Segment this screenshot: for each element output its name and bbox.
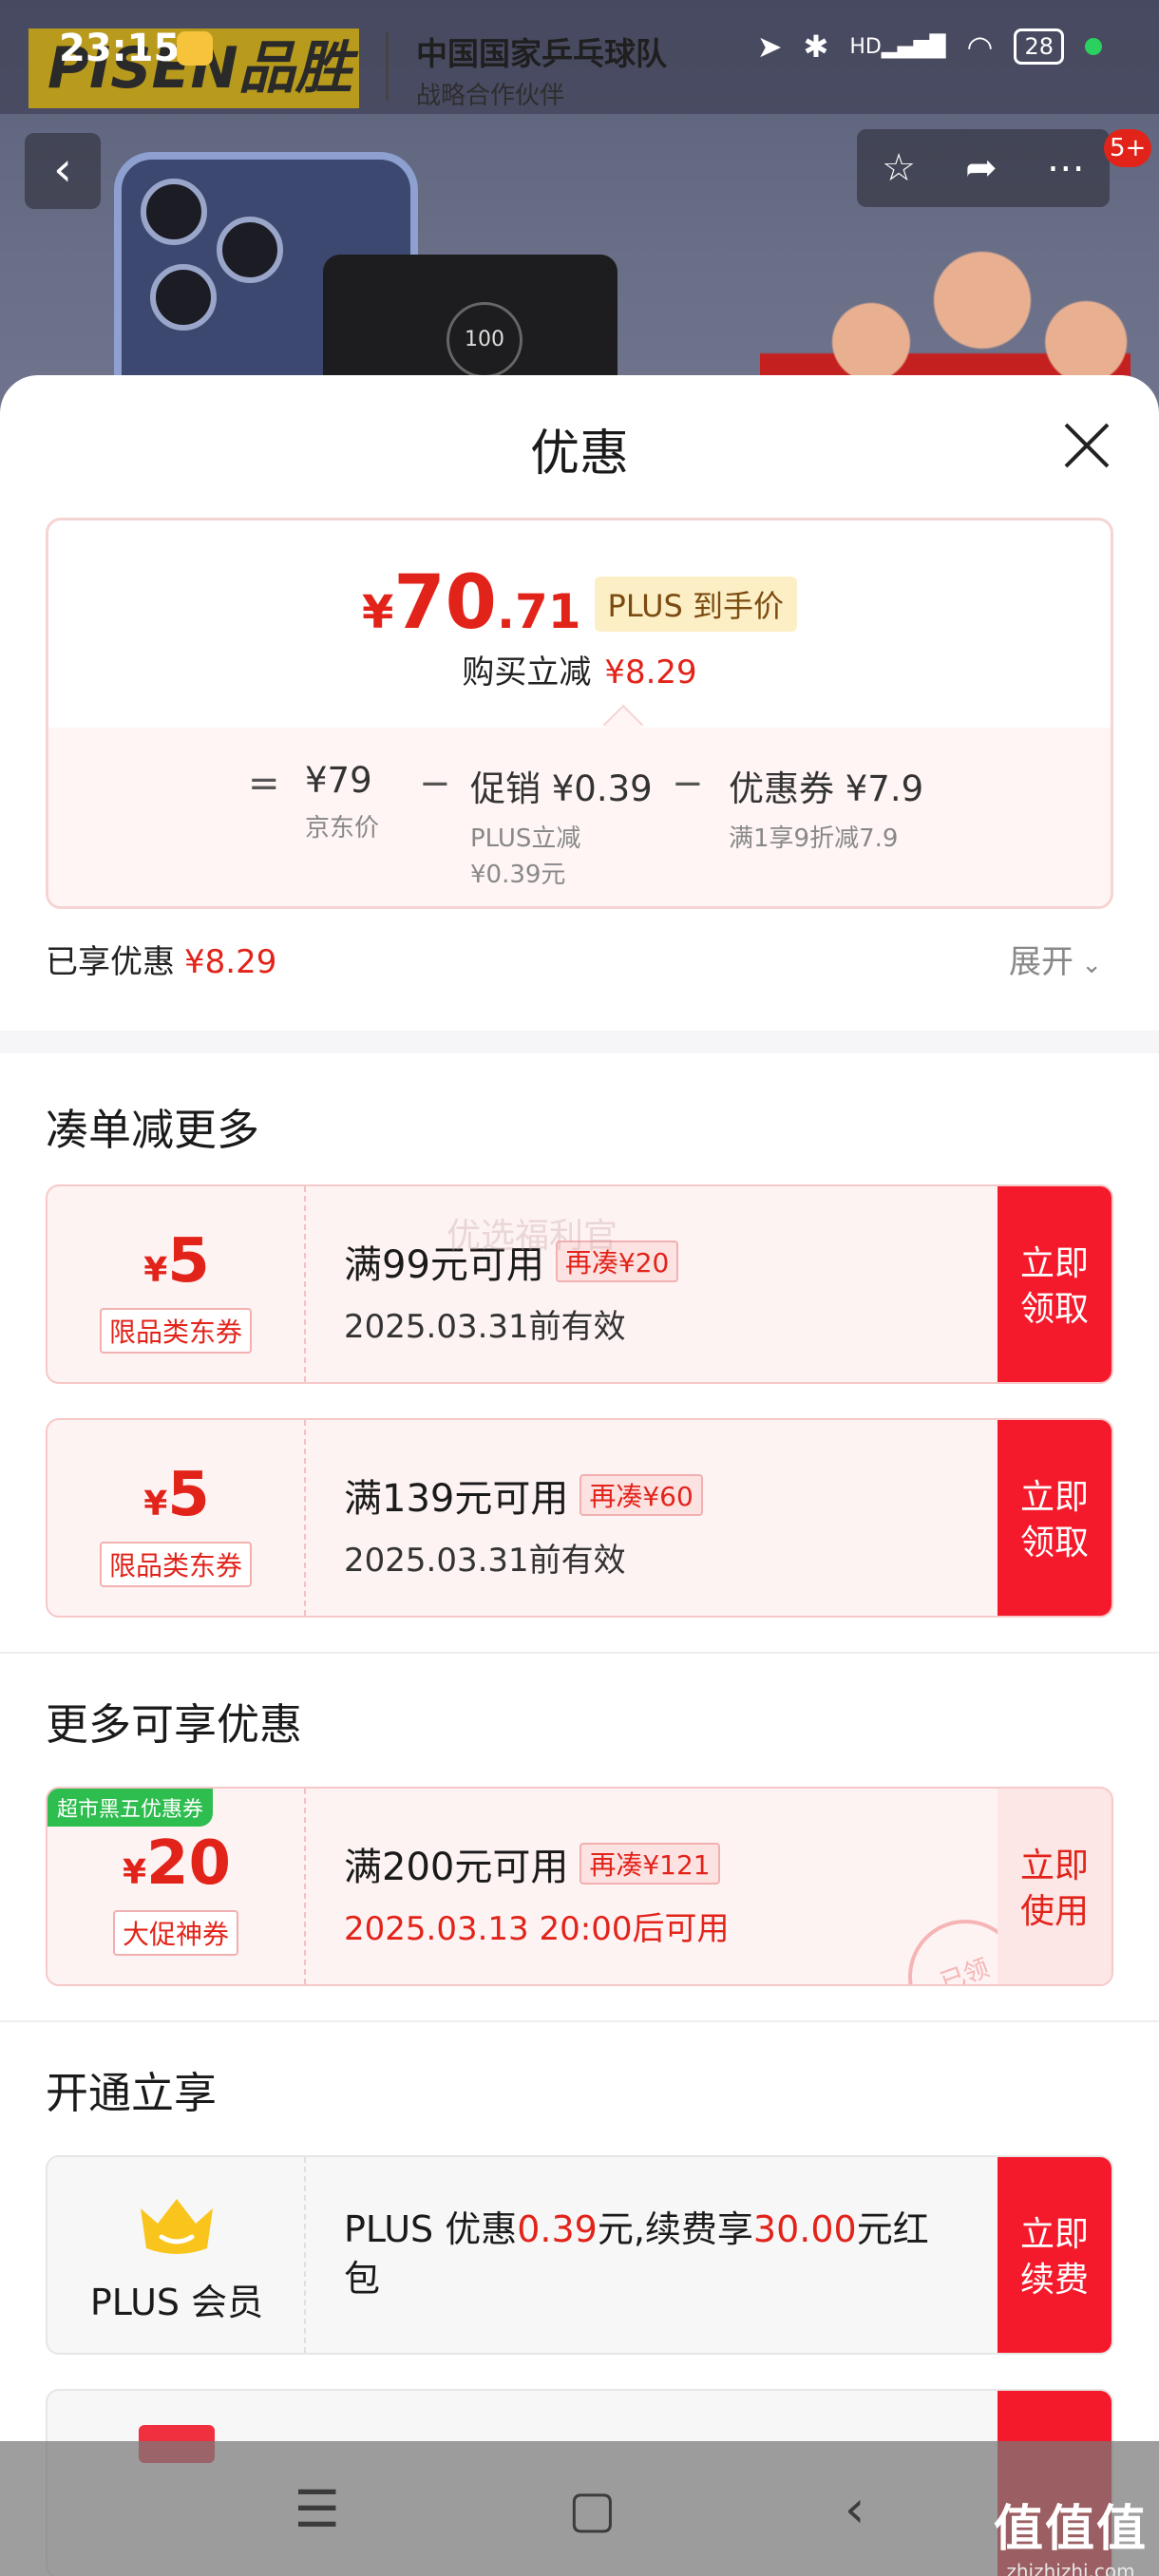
enjoyed-discount: 已享优惠 ¥8.29 (46, 943, 277, 981)
final-price-row: ¥70.71 PLUS 到手价 (48, 560, 1111, 646)
status-bar: 23:15 ➤ ✱ HD▂▄▆█ ◠ 28 (0, 0, 1159, 104)
favorite-star-icon[interactable]: ☆ (882, 146, 916, 190)
coupon-condition: 满139元可用 (344, 1477, 569, 1521)
minus-sign: − (419, 762, 451, 805)
plus-member-area: PLUS 会员 (48, 2157, 306, 2353)
camera-lens (150, 264, 217, 331)
share-icon[interactable]: ➦ (965, 146, 998, 190)
plus-member-name: PLUS 会员 (89, 2282, 264, 2323)
reduce-label: 购买立减 (462, 653, 592, 691)
camera-lens (217, 217, 283, 283)
location-icon: ➤ (756, 28, 783, 65)
coupon-gap-tag: 再凑¥121 (580, 1843, 720, 1885)
discount-sheet: 优惠 ¥70.71 PLUS 到手价 购买立减 ¥8.29 = ¥79 京东价 − … (0, 375, 1159, 2576)
breakdown-promotion: 促销 ¥0.39 PLUS立减 ¥0.39元 (470, 768, 653, 889)
breakdown-jd-price: ¥79 京东价 (305, 760, 380, 843)
powerbank-screen: 100 (446, 302, 522, 378)
coupon-gap-tag: 再凑¥60 (580, 1474, 703, 1516)
notification-app-icon (177, 31, 213, 66)
battery-icon: 28 (1014, 28, 1064, 65)
section-separator (0, 1031, 1159, 1053)
plus-membership-card: PLUS 会员 PLUS 优惠0.39元,续费享30.00元红包 立即 续费 (46, 2155, 1113, 2355)
coupon-kind: 大促神券 (112, 1910, 239, 1956)
sheet-title: 优惠 (529, 426, 629, 483)
coupon-validity: 2025.03.13 20:00后可用 (344, 1910, 730, 1948)
section-divider (0, 2020, 1159, 2022)
coupon-validity: 2025.03.31前有效 (344, 1308, 626, 1346)
chevron-left-icon: ‹ (53, 142, 72, 197)
coupon-amount: ¥5 (143, 1226, 210, 1297)
crown-icon (141, 2199, 213, 2254)
coupon-condition: 满200元可用 (344, 1846, 569, 1889)
status-time: 23:15 (59, 27, 180, 70)
breakdown-coupon: 优惠券 ¥7.9 满1享9折减7.9 (729, 768, 924, 853)
renew-plus-button[interactable]: 立即 续费 (998, 2157, 1112, 2353)
menu-icon[interactable]: ☰ (294, 2479, 339, 2539)
home-icon[interactable]: ▢ (568, 2479, 617, 2539)
status-icons: ➤ ✱ HD▂▄▆█ ◠ 28 (757, 28, 1102, 65)
reduce-value: ¥8.29 (604, 653, 697, 691)
back-button[interactable]: ‹ (25, 133, 101, 209)
coupon-kind: 限品类东券 (99, 1308, 253, 1354)
instant-reduce-row: 购买立减 ¥8.29 (48, 646, 1111, 692)
top-action-group: ☆ ➦ ⋯ (857, 129, 1110, 207)
system-navigation-bar: ☰ ▢ ‹ (0, 2441, 1159, 2576)
claim-coupon-button[interactable]: 立即 领取 (998, 1420, 1112, 1616)
signal-icon: HD▂▄▆█ (849, 34, 946, 59)
wifi-icon: ◠ (966, 28, 994, 65)
plus-price-tag: PLUS 到手价 (594, 577, 797, 632)
coupon-card: ¥20 大促神券 超市黑五优惠券 满200元可用 再凑¥121 2025.03.1… (46, 1787, 1113, 1986)
plus-benefit-text: PLUS 优惠0.39元,续费享30.00元红包 (344, 2208, 929, 2300)
close-icon[interactable] (1062, 421, 1112, 470)
section-title-open-enjoy: 开通立享 (46, 2068, 218, 2118)
equals-sign: = (248, 762, 280, 805)
coupon-details: 满200元可用 再凑¥121 2025.03.13 20:00后可用 (344, 1836, 729, 1949)
coupon-value-area: ¥5 限品类东券 (48, 1186, 306, 1382)
section-title-more-benefits: 更多可享优惠 (46, 1699, 303, 1750)
section-title-more-order: 凑单减更多 (46, 1105, 260, 1155)
price-summary-card: ¥70.71 PLUS 到手价 购买立减 ¥8.29 = ¥79 京东价 − 促销 … (46, 518, 1113, 909)
coupon-details: 满139元可用 再凑¥60 2025.03.31前有效 (344, 1468, 703, 1581)
coupon-amount: ¥20 (122, 1828, 232, 1899)
watermark-overlay-text: 优选福利官 (446, 1217, 618, 1256)
back-nav-icon[interactable]: ‹ (845, 2479, 865, 2539)
coupon-validity: 2025.03.31前有效 (344, 1542, 626, 1580)
privacy-indicator-icon (1085, 38, 1102, 55)
chevron-down-icon: ⌄ (1074, 951, 1103, 979)
more-icon[interactable]: ⋯ (1047, 146, 1085, 190)
claim-coupon-button[interactable]: 立即 领取 (998, 1186, 1112, 1382)
use-coupon-button[interactable]: 立即 使用 (998, 1789, 1112, 1984)
final-price: ¥70.71 (362, 560, 581, 646)
coupon-value-area: ¥5 限品类东券 (48, 1420, 306, 1616)
coupon-ribbon: 超市黑五优惠券 (48, 1789, 214, 1827)
site-watermark: 值值值 zhizhizhi.com (993, 2501, 1148, 2576)
camera-lens (141, 179, 207, 245)
expand-button[interactable]: 展开 ⌄ (1009, 936, 1102, 982)
bluetooth-icon: ✱ (803, 28, 829, 65)
coupon-kind: 限品类东券 (99, 1542, 253, 1587)
section-divider (0, 1652, 1159, 1654)
coupon-card: ¥5 限品类东券 满139元可用 再凑¥60 2025.03.31前有效 立即 领… (46, 1418, 1113, 1618)
minus-sign: − (672, 762, 704, 805)
message-badge[interactable]: 5+ (1104, 129, 1152, 167)
coupon-amount: ¥5 (143, 1460, 210, 1530)
